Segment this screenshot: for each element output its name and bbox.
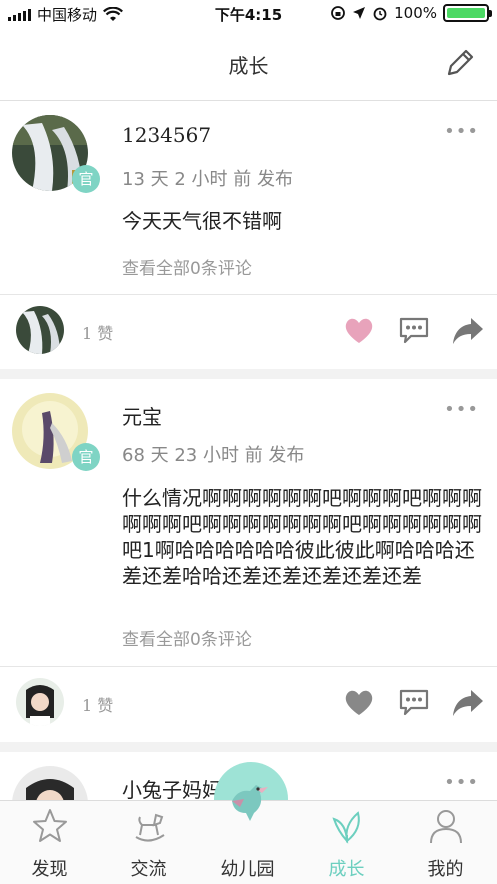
battery-icon bbox=[443, 4, 492, 22]
official-badge: 官 bbox=[72, 165, 100, 193]
comment-icon[interactable] bbox=[397, 313, 431, 347]
tab-discover[interactable]: 发现 bbox=[0, 801, 99, 884]
liker-avatar[interactable] bbox=[16, 678, 64, 726]
leaf-icon bbox=[331, 811, 360, 844]
tab-me[interactable]: 我的 bbox=[396, 801, 495, 884]
tab-label: 交流 bbox=[130, 859, 167, 880]
post-username[interactable]: 元宝 bbox=[122, 401, 162, 430]
view-comments-link[interactable]: 查看全部0条评论 bbox=[122, 254, 252, 279]
post-action-bar: 1 赞 bbox=[0, 296, 497, 366]
tab-bar: 发现 交流 幼儿园 成长 我的 bbox=[0, 785, 497, 884]
more-options-icon[interactable]: ••• bbox=[444, 121, 479, 142]
divider bbox=[0, 666, 497, 667]
tab-growth[interactable]: 成长 bbox=[297, 801, 396, 884]
rotation-lock-icon bbox=[331, 6, 346, 20]
alarm-icon bbox=[373, 7, 387, 21]
post-card: 官 1234567 13 天 2 小时 前 发布 ••• 今天天气很不错啊 查看… bbox=[0, 101, 497, 369]
post-timestamp: 68 天 23 小时 前 发布 bbox=[122, 445, 305, 466]
tab-community[interactable]: 交流 bbox=[99, 801, 198, 884]
more-options-icon[interactable]: ••• bbox=[444, 399, 479, 420]
tab-label: 成长 bbox=[328, 859, 365, 880]
edit-icon[interactable] bbox=[443, 46, 477, 80]
tab-label: 我的 bbox=[427, 859, 464, 880]
divider bbox=[0, 294, 497, 295]
post-separator bbox=[0, 742, 497, 752]
post-timestamp: 13 天 2 小时 前 发布 bbox=[122, 169, 293, 190]
post-separator bbox=[0, 369, 497, 379]
post-username[interactable]: 小兔子妈妈 bbox=[122, 774, 222, 800]
user-avatar[interactable] bbox=[12, 766, 88, 800]
person-icon bbox=[429, 810, 462, 844]
tab-label: 幼儿园 bbox=[220, 859, 275, 880]
like-count: 1 赞 bbox=[82, 696, 114, 715]
post-content: 今天天气很不错啊 bbox=[122, 209, 282, 233]
official-badge: 官 bbox=[72, 443, 100, 471]
battery-percent: 100% bbox=[394, 4, 437, 22]
status-bar: 中国移动 下午4:15 100% bbox=[0, 0, 497, 28]
post-card: 官 元宝 68 天 23 小时 前 发布 ••• 什么情况啊啊啊啊啊啊吧啊啊啊吧… bbox=[0, 379, 497, 742]
heart-icon[interactable] bbox=[342, 313, 376, 347]
post-content: 什么情况啊啊啊啊啊啊吧啊啊啊吧啊啊啊 啊啊啊吧啊啊啊啊啊啊啊吧啊啊啊啊啊啊吧1啊… bbox=[122, 486, 482, 588]
tab-label: 发现 bbox=[31, 859, 68, 880]
view-comments-link[interactable]: 查看全部0条评论 bbox=[122, 625, 252, 650]
share-icon[interactable] bbox=[451, 685, 485, 719]
bird-icon bbox=[231, 785, 268, 821]
liker-avatar[interactable] bbox=[16, 306, 64, 354]
comment-icon[interactable] bbox=[397, 685, 431, 719]
star-icon bbox=[32, 809, 67, 842]
heart-icon[interactable] bbox=[342, 685, 376, 719]
status-right: 100% bbox=[330, 4, 492, 22]
post-action-bar: 1 赞 bbox=[0, 668, 497, 738]
page-title: 成长 bbox=[228, 54, 269, 78]
tab-kindergarten[interactable]: 幼儿园 bbox=[198, 785, 297, 884]
like-count: 1 赞 bbox=[82, 324, 114, 343]
share-icon[interactable] bbox=[451, 313, 485, 347]
rocking-horse-icon bbox=[134, 813, 165, 842]
more-options-icon[interactable]: ••• bbox=[444, 772, 479, 793]
post-username[interactable]: 1234567 bbox=[122, 123, 211, 147]
nav-bar: 成长 bbox=[0, 28, 497, 101]
location-icon bbox=[353, 7, 366, 19]
